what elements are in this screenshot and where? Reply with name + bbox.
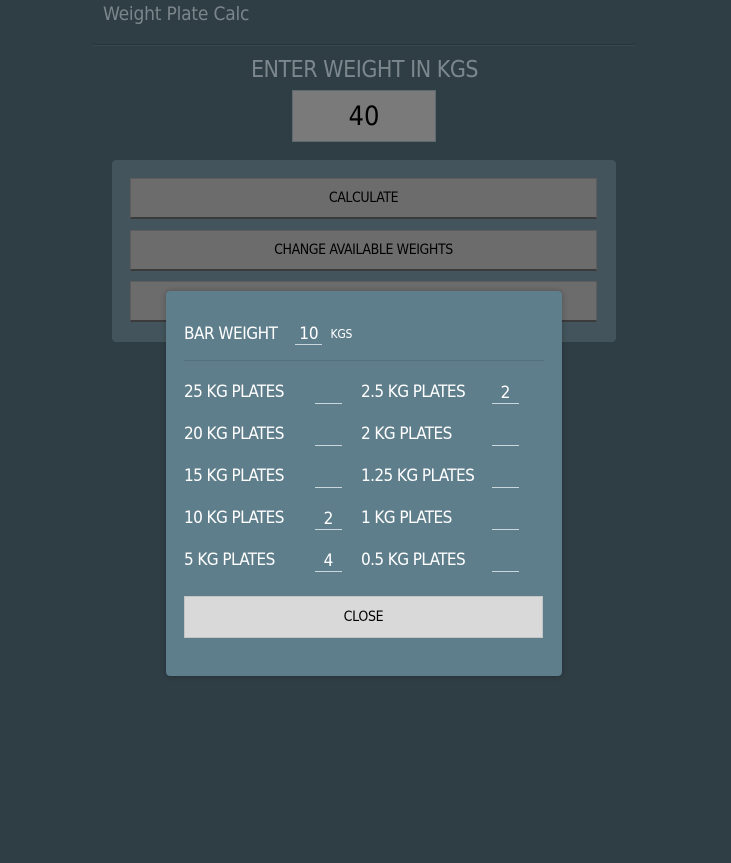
close-button[interactable]: CLOSE — [184, 596, 543, 638]
plate-label: 20 KG PLATES — [184, 424, 284, 444]
plate-row-2-5kg: 2.5 KG PLATES 2 — [361, 379, 519, 405]
plate-count-input-2-5kg[interactable]: 2 — [492, 382, 519, 404]
title-divider — [93, 44, 635, 46]
plate-count-input-5kg[interactable]: 4 — [315, 550, 342, 572]
plate-count-input-15kg[interactable] — [315, 466, 342, 488]
plate-label: 10 KG PLATES — [184, 508, 284, 528]
plate-count-input-1kg[interactable] — [492, 508, 519, 530]
bar-weight-input[interactable]: 10 — [295, 323, 323, 345]
bar-weight-row: BAR WEIGHT 10 KGS — [184, 319, 352, 349]
plate-label: 1.25 KG PLATES — [361, 466, 475, 486]
plate-count-input-10kg[interactable]: 2 — [315, 508, 342, 530]
plate-label: 2 KG PLATES — [361, 424, 452, 444]
plate-row-1kg: 1 KG PLATES — [361, 505, 519, 531]
plate-count-input-2kg[interactable] — [492, 424, 519, 446]
calculate-button[interactable]: CALCULATE — [130, 178, 597, 219]
app-page: Weight Plate Calc ENTER WEIGHT IN KGS CA… — [0, 0, 731, 863]
plate-label: 2.5 KG PLATES — [361, 382, 466, 402]
plate-row-1-25kg: 1.25 KG PLATES — [361, 463, 519, 489]
plate-row-25kg: 25 KG PLATES — [184, 379, 342, 405]
plate-count-input-20kg[interactable] — [315, 424, 342, 446]
bar-weight-label: BAR WEIGHT — [184, 324, 278, 344]
plate-row-0-5kg: 0.5 KG PLATES — [361, 547, 519, 573]
plate-label: 1 KG PLATES — [361, 508, 452, 528]
plate-row-15kg: 15 KG PLATES — [184, 463, 342, 489]
plate-count-input-25kg[interactable] — [315, 382, 342, 404]
plate-count-input-0-5kg[interactable] — [492, 550, 519, 572]
plate-row-2kg: 2 KG PLATES — [361, 421, 519, 447]
modal-divider — [184, 360, 544, 361]
app-title: Weight Plate Calc — [103, 3, 250, 25]
plate-label: 0.5 KG PLATES — [361, 550, 466, 570]
weight-input[interactable] — [292, 90, 436, 142]
available-weights-modal: BAR WEIGHT 10 KGS 25 KG PLATES 20 KG PLA… — [166, 291, 562, 676]
plate-row-10kg: 10 KG PLATES 2 — [184, 505, 342, 531]
plate-count-input-1-25kg[interactable] — [492, 466, 519, 488]
plate-label: 5 KG PLATES — [184, 550, 275, 570]
change-available-weights-button[interactable]: CHANGE AVAILABLE WEIGHTS — [130, 230, 597, 271]
plate-label: 15 KG PLATES — [184, 466, 284, 486]
plate-label: 25 KG PLATES — [184, 382, 284, 402]
plate-row-5kg: 5 KG PLATES 4 — [184, 547, 342, 573]
weight-prompt: ENTER WEIGHT IN KGS — [250, 57, 479, 83]
plate-row-20kg: 20 KG PLATES — [184, 421, 342, 447]
bar-weight-unit: KGS — [330, 327, 353, 341]
